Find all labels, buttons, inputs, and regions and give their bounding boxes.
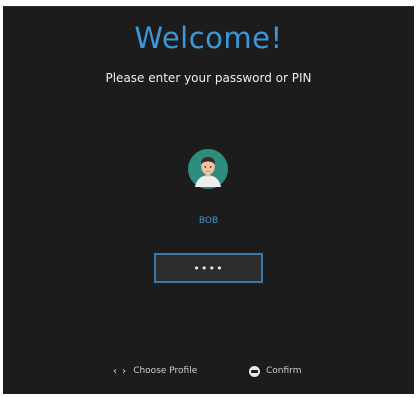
- user-avatar-icon: [188, 149, 228, 189]
- confirm-button[interactable]: Confirm: [249, 364, 301, 378]
- page-subtitle: Please enter your password or PIN: [105, 71, 312, 85]
- choose-profile-button[interactable]: ‹ › Choose Profile: [113, 364, 197, 378]
- confirm-label: Confirm: [266, 366, 302, 376]
- login-screen: Welcome! Please enter your password or P…: [3, 6, 414, 394]
- left-right-arrows-icon: ‹ ›: [113, 365, 128, 377]
- profile-username: BOB: [198, 216, 219, 226]
- choose-profile-label: Choose Profile: [133, 366, 198, 376]
- top-divider: [3, 6, 414, 7]
- password-input[interactable]: [154, 253, 263, 283]
- page-title: Welcome!: [134, 21, 283, 55]
- button-icon: [249, 365, 260, 377]
